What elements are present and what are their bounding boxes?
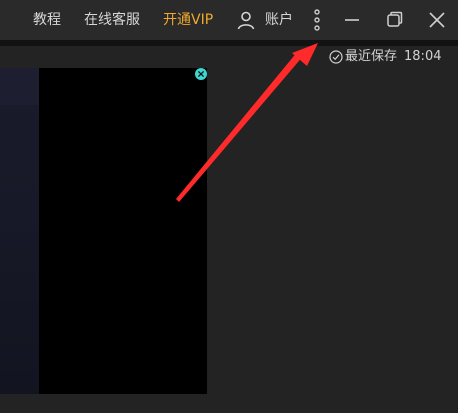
tutorial-link[interactable]: 教程 [33, 10, 61, 30]
save-status-label: 最近保存 [345, 49, 398, 64]
canvas-left-area [0, 68, 39, 394]
save-status-time: 18:04 [404, 49, 442, 64]
canvas-close-button[interactable] [195, 68, 207, 80]
minimize-icon[interactable] [342, 10, 362, 30]
restore-window-icon[interactable] [385, 10, 405, 30]
vip-upgrade-link[interactable]: 开通VIP [163, 10, 213, 30]
close-window-icon[interactable] [427, 10, 447, 30]
online-support-link[interactable]: 在线客服 [84, 10, 140, 30]
title-bar-divider [0, 40, 458, 46]
editor-window: 教程 在线客服 开通VIP 账户 最近保存 18:04 [0, 0, 458, 413]
account-link[interactable]: 账户 [265, 10, 293, 30]
title-bar: 教程 在线客服 开通VIP 账户 [0, 0, 458, 40]
canvas-left-strip [0, 68, 39, 105]
more-vertical-icon[interactable] [311, 8, 323, 32]
check-circle-icon [329, 50, 343, 64]
save-status: 最近保存 18:04 [329, 47, 441, 67]
user-icon[interactable] [236, 10, 256, 30]
close-icon [197, 70, 205, 78]
